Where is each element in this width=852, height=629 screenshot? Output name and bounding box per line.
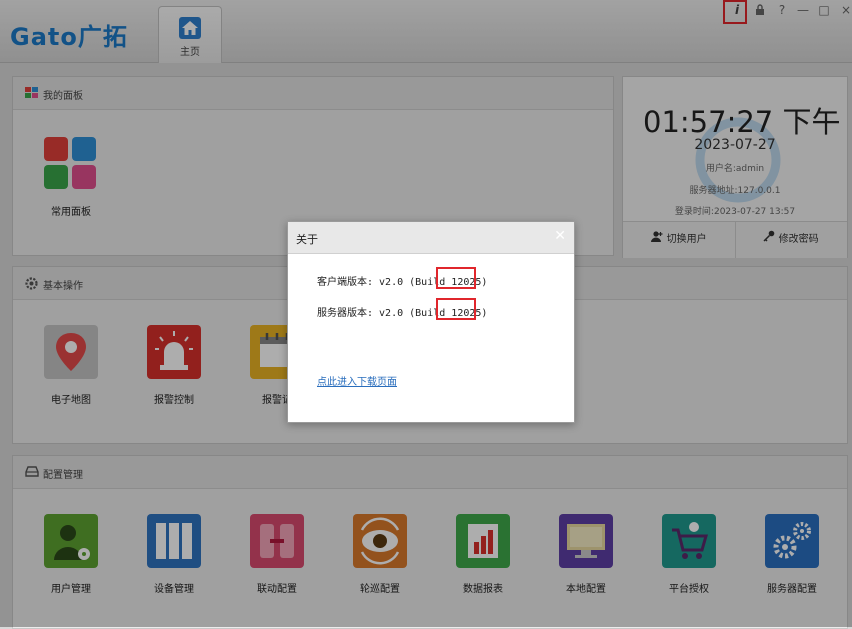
client-version-prefix: 客户端版本: v2.0 (Build — [317, 277, 452, 288]
download-page-link[interactable]: 点此进入下载页面 — [317, 373, 397, 388]
client-build-highlight-box — [436, 267, 476, 289]
about-dialog-header: 关于 ✕ — [288, 222, 574, 254]
server-build-highlight-box — [436, 298, 476, 320]
about-dialog: 关于 ✕ 客户端版本: v2.0 (Build 12025) 服务器版本: v2… — [287, 221, 575, 423]
server-version-prefix: 服务器版本: v2.0 (Build — [317, 308, 452, 319]
close-icon[interactable]: ✕ — [554, 228, 566, 244]
about-dialog-title: 关于 — [296, 233, 318, 246]
